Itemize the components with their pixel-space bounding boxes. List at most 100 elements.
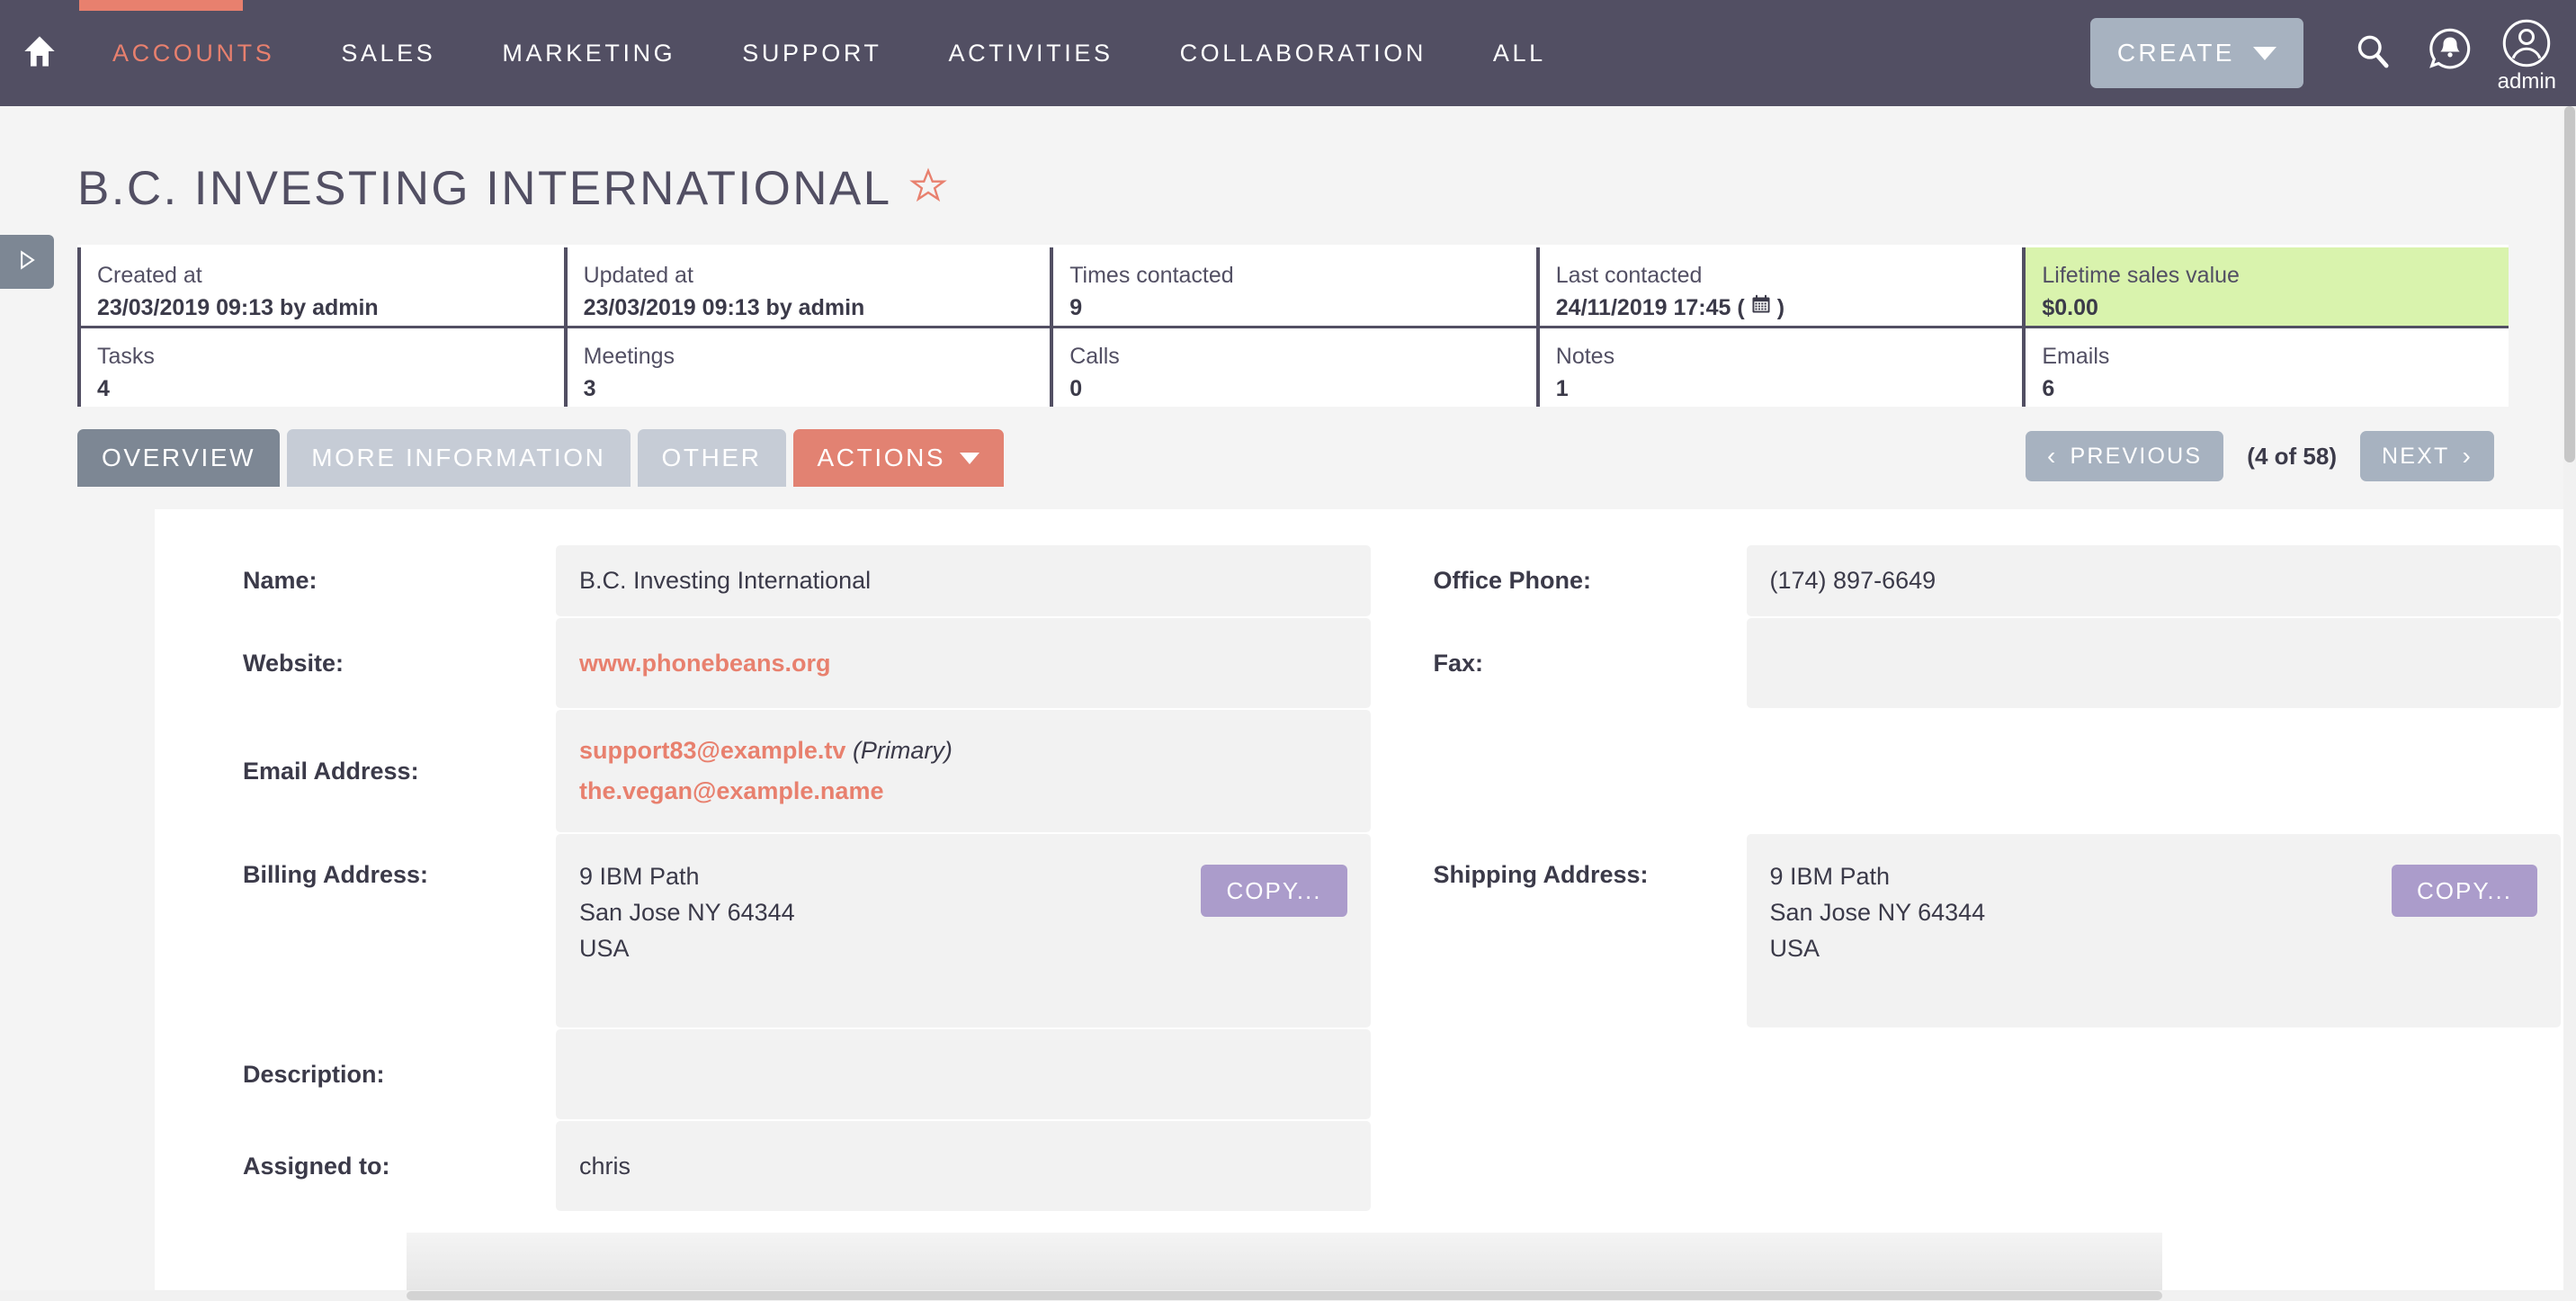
field-label-assigned-to: Assigned to:: [243, 1152, 390, 1180]
metadata-value-text: 0: [1069, 376, 1083, 402]
nav-item-list: ACCOUNTS SALES MARKETING SUPPORT ACTIVIT…: [79, 0, 1579, 106]
nav-item-activities[interactable]: ACTIVITIES: [916, 0, 1147, 106]
page-title: B.C. INVESTING INTERNATIONAL: [77, 161, 892, 215]
previous-button-label: PREVIOUS: [2070, 443, 2203, 469]
tab-actions[interactable]: ACTIONS: [792, 429, 1005, 487]
field-value-email: support83@example.tv (Primary) the.vegan…: [556, 710, 1371, 832]
metadata-value-text: 23/03/2019 09:13 by admin: [97, 295, 379, 321]
next-button-label: NEXT: [2381, 443, 2450, 469]
page-title-row: B.C. INVESTING INTERNATIONAL: [0, 106, 2563, 214]
record-pager: ‹ PREVIOUS (4 of 58) NEXT ›: [2025, 431, 2494, 481]
metadata-cell-times-contacted: Times contacted 9: [1050, 247, 1536, 326]
horizontal-scrollbar[interactable]: [0, 1290, 2576, 1301]
metadata-value-text: $0.00: [2042, 295, 2098, 321]
metadata-value-text: 4: [97, 376, 110, 402]
shipping-address-line-2: San Jose NY 64344: [1769, 898, 1986, 926]
tab-more-information[interactable]: MORE INFORMATION: [287, 429, 631, 487]
active-nav-indicator: [79, 0, 243, 11]
metadata-cell-created-at: Created at 23/03/2019 09:13 by admin: [77, 247, 564, 326]
shipping-address-lines: 9 IBM Path San Jose NY 64344 USA: [1770, 859, 1986, 967]
field-row-description: Description:: [180, 1029, 1371, 1119]
metadata-label: Tasks: [97, 344, 155, 369]
user-avatar-icon: [2501, 18, 2552, 73]
copy-billing-address-button[interactable]: COPY...: [1201, 865, 1347, 917]
metadata-row-2: Tasks 4 Meetings 3 Calls 0 Notes 1 Email…: [77, 328, 2509, 407]
metadata-value: 23/03/2019 09:13 by admin: [584, 293, 1034, 324]
form-column-left: Name: B.C. Investing International Websi…: [180, 545, 1371, 1213]
vertical-scrollbar[interactable]: [2563, 106, 2576, 1301]
tab-overview[interactable]: OVERVIEW: [77, 429, 281, 487]
field-label-name: Name:: [243, 567, 318, 594]
field-label-shipping-address: Shipping Address:: [1433, 861, 1649, 888]
field-value-shipping-address: 9 IBM Path San Jose NY 64344 USA COPY...: [1746, 834, 2561, 1027]
metadata-value: 23/03/2019 09:13 by admin: [97, 293, 548, 324]
tab-other[interactable]: OTHER: [637, 429, 786, 487]
star-outline-icon: [908, 166, 948, 211]
metadata-cell-updated-at: Updated at 23/03/2019 09:13 by admin: [563, 247, 1051, 326]
nav-right-actions: CREATE admin: [2089, 0, 2576, 106]
nav-item-support[interactable]: SUPPORT: [709, 0, 915, 106]
next-record-button[interactable]: NEXT ›: [2359, 431, 2494, 481]
field-label-office-phone: Office Phone:: [1433, 567, 1592, 594]
metadata-cell-meetings: Meetings 3: [563, 328, 1051, 407]
search-button[interactable]: [2343, 23, 2402, 83]
website-link[interactable]: www.phonebeans.org: [579, 650, 831, 677]
metadata-value-text: 23/03/2019 09:13 by admin: [583, 295, 865, 321]
billing-address-line-2: San Jose NY 64344: [579, 898, 795, 926]
page-bottom-shadow: [407, 1233, 2162, 1290]
field-value-description: [556, 1029, 1371, 1119]
shipping-address-line-1: 9 IBM Path: [1769, 863, 1891, 890]
field-label-billing-address: Billing Address:: [243, 861, 429, 888]
record-count-label: (4 of 58): [2247, 442, 2337, 470]
create-button-label: CREATE: [2116, 39, 2235, 67]
metadata-cell-last-contacted: Last contacted 24/11/2019 17:45 ( ): [1535, 247, 2023, 326]
billing-address-line-1: 9 IBM Path: [579, 863, 700, 890]
nav-item-sales[interactable]: SALES: [308, 0, 469, 106]
search-icon: [2349, 28, 2396, 79]
tab-actions-label: ACTIONS: [817, 444, 946, 471]
metadata-label: Meetings: [583, 344, 675, 369]
previous-record-button[interactable]: ‹ PREVIOUS: [2025, 431, 2224, 481]
horizontal-scrollbar-thumb[interactable]: [407, 1291, 2162, 1300]
notification-bell-icon: [2424, 25, 2476, 82]
favorite-star-button[interactable]: [908, 166, 948, 211]
metadata-value: 6: [2042, 374, 2492, 405]
notifications-button[interactable]: [2420, 23, 2480, 83]
home-button[interactable]: [0, 0, 79, 106]
email-line-secondary: the.vegan@example.name: [579, 777, 883, 805]
field-label-email: Email Address:: [243, 757, 419, 785]
nav-item-accounts[interactable]: ACCOUNTS: [79, 0, 308, 106]
field-value-name: B.C. Investing International: [556, 545, 1371, 616]
field-value-billing-address: 9 IBM Path San Jose NY 64344 USA COPY...: [556, 834, 1371, 1027]
page-body: B.C. INVESTING INTERNATIONAL Created at …: [0, 106, 2563, 1301]
field-value-office-phone: (174) 897-6649: [1746, 545, 2561, 616]
create-button[interactable]: CREATE: [2089, 18, 2303, 88]
metadata-row-1: Created at 23/03/2019 09:13 by admin Upd…: [77, 247, 2509, 328]
metadata-label: Last contacted: [1555, 263, 1703, 288]
vertical-scrollbar-thumb[interactable]: [2564, 106, 2575, 462]
expand-sidebar-triangle-icon: [14, 247, 40, 277]
metadata-value: 0: [1069, 374, 1520, 405]
metadata-label: Updated at: [583, 263, 693, 288]
metadata-value-text: 9: [1069, 295, 1083, 321]
metadata-cell-notes: Notes 1: [1535, 328, 2023, 407]
user-menu[interactable]: admin: [2498, 13, 2556, 94]
copy-shipping-address-button[interactable]: COPY...: [2391, 865, 2537, 917]
metadata-value-suffix: ): [1776, 295, 1785, 321]
field-value-assigned-to: chris: [556, 1121, 1371, 1211]
metadata-label: Notes: [1555, 344, 1615, 369]
email-link-secondary[interactable]: the.vegan@example.name: [579, 777, 883, 804]
billing-address-line-3: USA: [579, 934, 630, 962]
field-value-fax: [1746, 618, 2561, 708]
nav-item-collaboration[interactable]: COLLABORATION: [1147, 0, 1460, 106]
record-metadata-table: Created at 23/03/2019 09:13 by admin Upd…: [77, 245, 2509, 407]
field-row-email: Email Address: support83@example.tv (Pri…: [180, 710, 1371, 832]
shipping-address-line-3: USA: [1769, 934, 1820, 962]
email-link-primary[interactable]: support83@example.tv: [579, 737, 845, 764]
chevron-down-icon: [960, 452, 980, 464]
nav-item-all[interactable]: ALL: [1460, 0, 1579, 106]
nav-item-marketing[interactable]: MARKETING: [469, 0, 709, 106]
sidebar-toggle-button[interactable]: [0, 235, 54, 289]
metadata-value-text: 1: [1555, 376, 1569, 402]
metadata-label: Created at: [97, 263, 202, 288]
